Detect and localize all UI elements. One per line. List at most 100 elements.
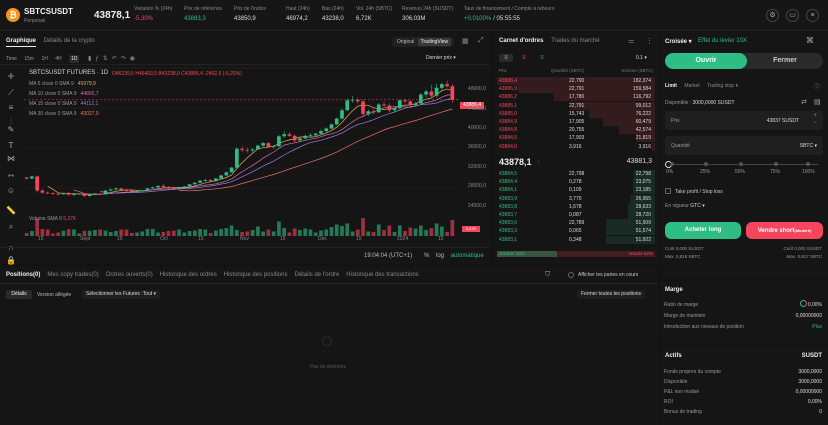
- slider-tick[interactable]: [739, 162, 743, 166]
- ask-row[interactable]: 43885,0 15,743 76,222: [497, 109, 655, 118]
- type-trailing-stop[interactable]: Trailing stop: [707, 83, 734, 89]
- tab-crypto-details[interactable]: Détails de la crypto: [44, 38, 95, 44]
- bid-row[interactable]: 43883,6 22,789 51,509: [497, 219, 655, 228]
- close-tab[interactable]: Fermer: [747, 53, 823, 69]
- margin-mode-select[interactable]: Croisée ▾: [665, 38, 692, 45]
- candle-body: [303, 135, 308, 139]
- tab-graphique[interactable]: Graphique: [6, 38, 37, 47]
- slider-tick[interactable]: [670, 162, 674, 166]
- tpsl-checkbox[interactable]: [665, 188, 671, 194]
- bid-row[interactable]: 43884,4 0,278 23,075: [497, 178, 655, 187]
- bottom-tab[interactable]: Positions(0): [6, 272, 40, 278]
- sell-short-button[interactable]: Vendre short(Modéré): [746, 222, 823, 239]
- price-mode-select[interactable]: Dernier prix ▾: [426, 55, 456, 61]
- bid-row[interactable]: 43884,5 22,798 22,798: [497, 170, 655, 178]
- tab-market-trades[interactable]: Trades du marché: [551, 38, 599, 44]
- grid-icon[interactable]: ▦: [462, 37, 469, 45]
- bid-row[interactable]: 43883,1 0,348 51,922: [497, 235, 655, 244]
- interval-4h[interactable]: 4H: [55, 56, 61, 62]
- settings-icon[interactable]: ⚙: [766, 9, 779, 22]
- ask-row[interactable]: 43884,0 3,916 3,916: [497, 142, 655, 151]
- quantity-input[interactable]: Quantité SBTC ▾: [665, 136, 823, 155]
- lock-icon[interactable]: 🔒: [6, 256, 16, 266]
- transfer-icon[interactable]: ⇄: [801, 98, 807, 106]
- view-bids-icon[interactable]: ≡: [535, 54, 549, 62]
- volume-bar: [187, 231, 192, 236]
- show-pairs-checkbox[interactable]: [568, 272, 574, 278]
- ask-row[interactable]: 43886,9 22,791 159,584: [497, 85, 655, 94]
- wallet-icon[interactable]: ▤: [814, 98, 821, 106]
- more-icon[interactable]: ⋮: [646, 37, 653, 45]
- tab-orderbook[interactable]: Carnet d'ordres: [499, 38, 543, 44]
- interval-time[interactable]: Time: [6, 56, 17, 62]
- bid-row[interactable]: 43883,7 0,087 28,720: [497, 211, 655, 219]
- expand-icon[interactable]: ⤢: [478, 37, 484, 45]
- view-tradingview[interactable]: TradingView: [417, 38, 452, 46]
- bottom-tab[interactable]: Historique des transactions: [346, 272, 418, 278]
- undo-icon[interactable]: ↶: [112, 56, 121, 62]
- log-scale[interactable]: log: [436, 253, 444, 259]
- bid-row[interactable]: 43883,9 3,770 26,955: [497, 194, 655, 203]
- buy-long-button[interactable]: Acheter long: [665, 222, 741, 239]
- type-market[interactable]: Market: [684, 83, 699, 89]
- price-increment-icon[interactable]: +: [813, 113, 817, 119]
- volume-bar: [440, 226, 444, 236]
- view-original[interactable]: Original: [395, 38, 416, 46]
- bid-row[interactable]: 43884,1 0,109 23,185: [497, 186, 655, 195]
- bottom-tab[interactable]: Historique des positions: [224, 272, 288, 278]
- ask-row[interactable]: 43884,9 17,905 60,479: [497, 118, 655, 126]
- price-value[interactable]: 43837 SUSDT: [767, 118, 799, 124]
- tif-select[interactable]: GTC ▾: [690, 203, 704, 209]
- bid-row[interactable]: 43883,8 1,678 28,633: [497, 202, 655, 211]
- precision-select[interactable]: 0.1 ▾: [636, 55, 647, 61]
- layout-icon[interactable]: ▭: [786, 9, 799, 22]
- calculator-icon[interactable]: ⌘: [806, 36, 814, 45]
- interval-1d[interactable]: 1D: [69, 55, 80, 63]
- ask-row[interactable]: 43888,4 22,790 182,374: [497, 77, 655, 85]
- header-stat-value: 43850,9: [234, 16, 256, 22]
- view-both-icon[interactable]: ≡: [499, 54, 513, 62]
- filter-icon[interactable]: ⛉: [545, 271, 550, 279]
- compare-icon[interactable]: ⇅: [103, 56, 112, 62]
- price-cell: 43888,4: [499, 78, 518, 84]
- interval-15m[interactable]: 15m: [24, 56, 34, 62]
- candle-body: [219, 175, 223, 179]
- view-details[interactable]: Détails: [6, 290, 32, 299]
- camera-icon[interactable]: ◉: [130, 56, 139, 62]
- percent-scale[interactable]: %: [424, 253, 429, 259]
- close-all-button[interactable]: Fermer toutes les positions: [577, 290, 646, 299]
- indicators-icon[interactable]: ƒ: [95, 56, 102, 62]
- ask-row[interactable]: 43884,8 20,755 42,574: [497, 126, 655, 135]
- slider-tick[interactable]: [774, 162, 778, 166]
- info-icon[interactable]: ⓘ: [814, 82, 820, 91]
- leverage-button[interactable]: Effet du levier 10X: [698, 38, 747, 44]
- ask-row[interactable]: 43884,5 17,903 21,819: [497, 134, 655, 143]
- bottom-tab[interactable]: Historique des ordres: [160, 272, 217, 278]
- slider-tick[interactable]: [704, 162, 708, 166]
- bid-row[interactable]: 43883,3 0,065 51,574: [497, 227, 655, 236]
- type-limit[interactable]: Limit: [665, 83, 677, 89]
- ask-row[interactable]: 43886,2 17,780 116,792: [497, 93, 655, 102]
- margin-row-value[interactable]: Plus: [812, 324, 822, 330]
- quantity-unit-select[interactable]: SBTC ▾: [800, 143, 817, 149]
- futures-filter-select[interactable]: Sélectionner les Futures :Tout ▾: [82, 290, 161, 299]
- open-tab[interactable]: Ouvrir: [665, 53, 747, 69]
- ask-row[interactable]: 43885,1 22,791 99,012: [497, 101, 655, 110]
- quantity-slider-track[interactable]: [668, 164, 818, 165]
- menu-icon[interactable]: ≡: [806, 9, 819, 22]
- orderbook-settings-icon[interactable]: ⚌: [628, 37, 634, 45]
- auto-scale[interactable]: automatique: [451, 253, 484, 259]
- slider-tick[interactable]: [806, 162, 810, 166]
- view-light[interactable]: Version allégée: [37, 292, 71, 298]
- symbol-selector[interactable]: SBTCSUSDT: [24, 7, 73, 16]
- view-asks-icon[interactable]: ≡: [517, 54, 531, 62]
- price-decrement-icon[interactable]: −: [813, 120, 817, 126]
- bottom-tab[interactable]: Ordres ouverts(0): [106, 272, 153, 278]
- interval-1h[interactable]: 1H: [41, 56, 47, 62]
- price-input[interactable]: Prix 43837 SUSDT + −: [665, 111, 823, 130]
- candle-body: [66, 192, 71, 195]
- available-balance: Disponible : 3000,0000 SUSDT: [665, 100, 735, 106]
- bottom-tab[interactable]: Détails de l'ordre: [294, 272, 339, 278]
- bottom-tab[interactable]: Mes copy trades(0): [47, 272, 98, 278]
- redo-icon[interactable]: ↷: [121, 56, 130, 62]
